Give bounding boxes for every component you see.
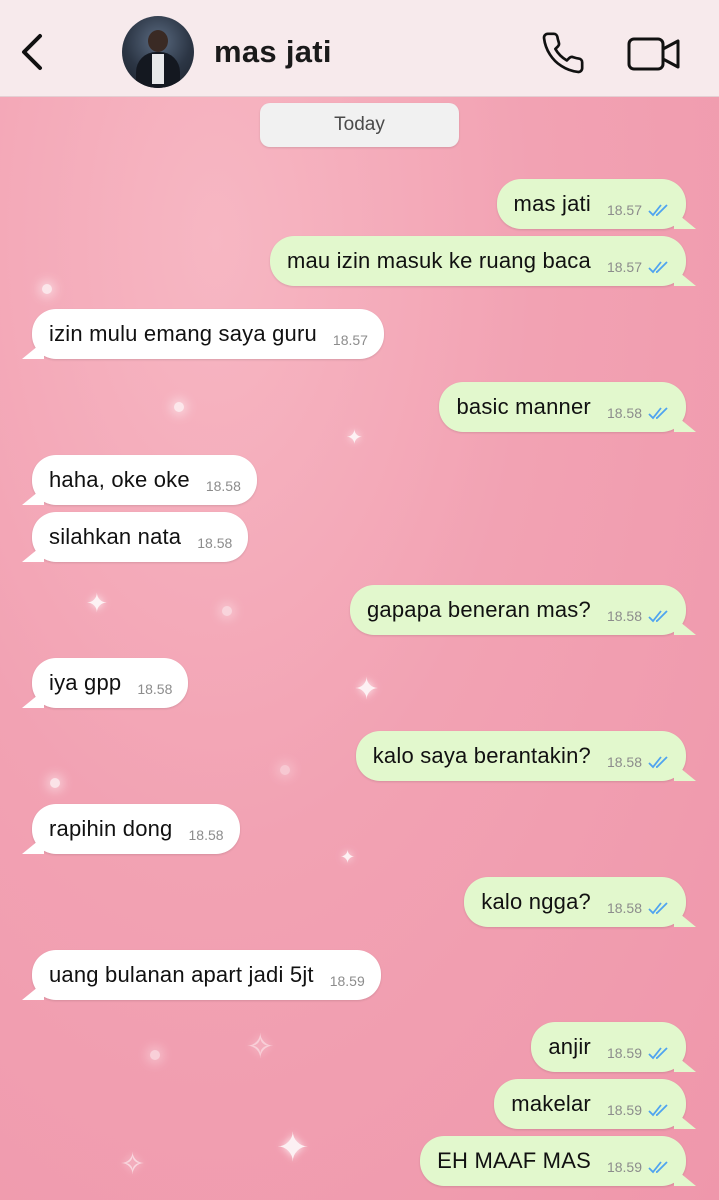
outgoing-message[interactable]: basic manner 18.58 <box>439 382 686 432</box>
message-time: 18.58 <box>205 478 241 494</box>
message-time: 18.57 <box>332 332 368 348</box>
read-ticks-icon <box>648 407 668 420</box>
sparkle-star: ✦ <box>340 847 356 867</box>
message-text: silahkan nata <box>49 524 182 549</box>
sparkle-star: ✧ <box>246 1028 275 1066</box>
read-ticks-icon <box>648 610 668 623</box>
read-ticks-icon <box>648 902 668 915</box>
sparkle-star: ✦ <box>276 1126 310 1170</box>
message-time: 18.58 <box>606 754 642 770</box>
incoming-message[interactable]: rapihin dong 18.58 <box>32 804 240 854</box>
sparkle-star: ✧ <box>120 1148 146 1181</box>
message-time: 18.59 <box>606 1159 642 1175</box>
message-text: iya gpp <box>49 670 122 695</box>
message-time: 18.58 <box>606 900 642 916</box>
sparkle-dot <box>50 778 60 788</box>
read-ticks-icon <box>648 1047 668 1060</box>
outgoing-message[interactable]: EH MAAF MAS 18.59 <box>420 1136 686 1186</box>
incoming-message[interactable]: uang bulanan apart jadi 5jt 18.59 <box>32 950 381 1000</box>
message-time: 18.59 <box>606 1102 642 1118</box>
message-time: 18.58 <box>606 608 642 624</box>
message-time: 18.58 <box>606 405 642 421</box>
read-ticks-icon <box>648 756 668 769</box>
message-text: makelar <box>511 1091 591 1116</box>
outgoing-message[interactable]: anjir 18.59 <box>531 1022 686 1072</box>
message-text: rapihin dong <box>49 816 173 841</box>
video-call-button[interactable] <box>626 34 682 74</box>
incoming-message[interactable]: iya gpp 18.58 <box>32 658 189 708</box>
outgoing-message[interactable]: makelar 18.59 <box>494 1079 686 1129</box>
message-time: 18.59 <box>606 1045 642 1061</box>
message-time: 18.58 <box>188 827 224 843</box>
message-time: 18.59 <box>329 973 365 989</box>
message-text: EH MAAF MAS <box>437 1148 591 1173</box>
avatar[interactable] <box>122 16 194 88</box>
message-text: izin mulu emang saya guru <box>49 321 317 346</box>
sparkle-dot <box>174 402 184 412</box>
read-ticks-icon <box>648 1104 668 1117</box>
read-ticks-icon <box>648 1161 668 1174</box>
chat-header: mas jati <box>0 0 719 97</box>
read-ticks-icon <box>648 204 668 217</box>
sparkle-star: ✦ <box>346 427 363 449</box>
message-text: kalo saya berantakin? <box>372 743 591 768</box>
outgoing-message[interactable]: kalo saya berantakin? 18.58 <box>355 731 686 781</box>
message-time: 18.57 <box>606 202 642 218</box>
message-text: mas jati <box>513 191 591 216</box>
sparkle-dot <box>150 1050 160 1060</box>
message-text: anjir <box>548 1034 591 1059</box>
message-time: 18.57 <box>606 259 642 275</box>
contact-name[interactable]: mas jati <box>214 34 332 70</box>
sparkle-dot <box>280 765 290 775</box>
sparkle-star: ✦ <box>354 673 380 706</box>
sparkle-star: ✦ <box>86 588 108 618</box>
message-text: gapapa beneran mas? <box>366 597 591 622</box>
read-ticks-icon <box>648 261 668 274</box>
incoming-message[interactable]: silahkan nata 18.58 <box>32 512 249 562</box>
message-time: 18.58 <box>137 681 173 697</box>
message-text: uang bulanan apart jadi 5jt <box>49 962 314 987</box>
outgoing-message[interactable]: mau izin masuk ke ruang baca 18.57 <box>269 236 686 286</box>
sparkle-dot <box>222 606 232 616</box>
chevron-left-icon <box>22 34 42 70</box>
video-camera-icon <box>627 37 680 71</box>
incoming-message[interactable]: izin mulu emang saya guru 18.57 <box>32 309 384 359</box>
message-text: basic manner <box>456 394 591 419</box>
message-time: 18.58 <box>197 535 233 551</box>
message-text: mau izin masuk ke ruang baca <box>286 248 591 273</box>
incoming-message[interactable]: haha, oke oke 18.58 <box>32 455 257 505</box>
message-text: kalo ngga? <box>481 889 591 914</box>
outgoing-message[interactable]: gapapa beneran mas? 18.58 <box>349 585 686 635</box>
message-text: haha, oke oke <box>49 467 190 492</box>
outgoing-message[interactable]: mas jati 18.57 <box>496 179 686 229</box>
date-separator: Today <box>260 103 459 147</box>
sparkle-dot <box>42 284 52 294</box>
phone-icon <box>542 32 584 74</box>
voice-call-button[interactable] <box>540 30 586 76</box>
outgoing-message[interactable]: kalo ngga? 18.58 <box>464 877 686 927</box>
back-button[interactable] <box>14 28 54 76</box>
